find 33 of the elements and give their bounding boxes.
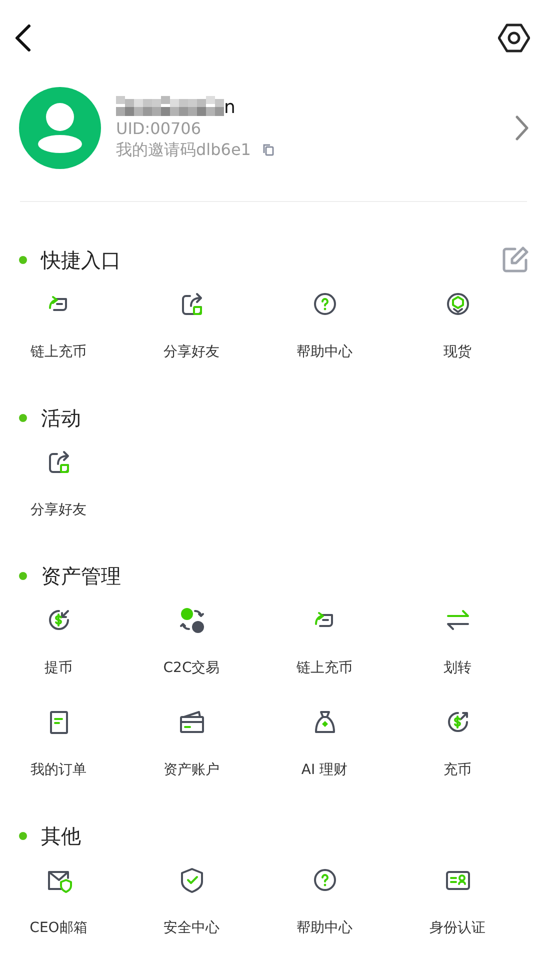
chevron-right-icon[interactable] [515, 115, 529, 141]
shortcut-item[interactable]: 链上充币 [0, 287, 125, 389]
shortcut-item[interactable]: 划转 [391, 603, 524, 705]
section-dot [19, 572, 27, 580]
shortcut-item[interactable]: 分享好友 [0, 445, 125, 547]
shortcut-item[interactable]: 现货 [391, 287, 524, 389]
section-title: 活动 [41, 404, 82, 432]
settings-icon[interactable] [498, 22, 530, 54]
shortcut-item[interactable]: AI 理财 [258, 705, 391, 807]
shortcut-item[interactable]: 提币 [0, 603, 125, 705]
copy-icon[interactable] [262, 144, 274, 156]
shortcut-item[interactable]: 身份认证 [391, 863, 524, 956]
shortcut-item[interactable]: CEO邮箱 [0, 863, 125, 956]
section-dot [19, 414, 27, 422]
shortcut-item[interactable]: 安全中心 [125, 863, 258, 956]
invite-code: 我的邀请码dlb6e1 [116, 139, 251, 160]
shortcut-item[interactable]: 帮助中心 [258, 287, 391, 389]
section-dot [19, 256, 27, 264]
shortcut-item[interactable]: 帮助中心 [258, 863, 391, 956]
back-icon[interactable] [13, 23, 33, 53]
shortcut-item[interactable]: 资产账户 [125, 705, 258, 807]
section-title: 资产管理 [41, 562, 122, 590]
shortcut-item[interactable]: 分享好友 [125, 287, 258, 389]
user-name: n [224, 96, 236, 118]
shortcut-item[interactable]: 充币 [391, 705, 524, 807]
section-title: 快捷入口 [41, 246, 122, 274]
shortcut-item[interactable]: 我的订单 [0, 705, 125, 807]
edit-icon[interactable] [501, 246, 529, 274]
section-dot [19, 832, 27, 840]
shortcut-item[interactable]: 链上充币 [258, 603, 391, 705]
section-title: 其他 [41, 822, 82, 850]
shortcut-item[interactable]: C2C交易 [125, 603, 258, 705]
user-uid: UID:00706 [116, 118, 202, 139]
